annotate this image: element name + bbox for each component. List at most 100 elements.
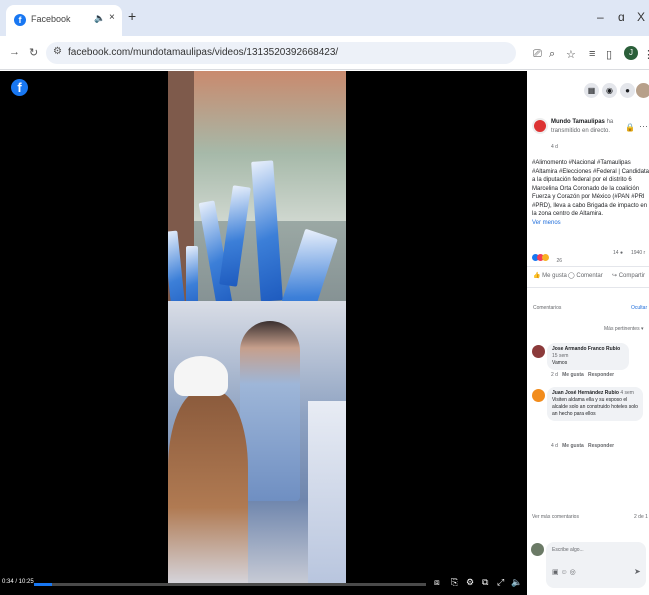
post-actions-bar: 👍 Me gusta ◯ Comentar ↪ Compartir bbox=[527, 266, 649, 288]
video-progress-fill bbox=[34, 583, 52, 586]
video-scene-person bbox=[240, 321, 300, 501]
reaction-count: 26 bbox=[556, 258, 563, 264]
post-header: Mundo Tamaulipas ha transmitido en direc… bbox=[551, 118, 627, 135]
share-button[interactable]: ↪ Compartir bbox=[612, 272, 645, 279]
send-comment-icon[interactable]: ➤ bbox=[634, 568, 641, 576]
comment-time[interactable]: 2 d bbox=[551, 372, 558, 378]
messenger-icon[interactable]: ◉ bbox=[602, 83, 617, 98]
comment-reply-button[interactable]: Responder bbox=[588, 443, 614, 449]
video-time: 0:34 / 10:25 bbox=[2, 579, 34, 585]
comment-bubble: Jose Armando Franco Rubio 15 sem Vamos bbox=[547, 343, 629, 370]
new-tab-button[interactable]: + bbox=[128, 8, 136, 24]
comment-text: Visiten aldama ella y su esposo el alcal… bbox=[552, 397, 638, 417]
picture-in-picture-icon[interactable]: ⧉ bbox=[482, 577, 488, 588]
reactions-row[interactable]: 26 bbox=[532, 249, 562, 267]
user-avatar[interactable] bbox=[636, 83, 649, 98]
thumbs-up-icon: 👍 bbox=[533, 273, 541, 279]
apps-grid-icon[interactable]: ▦ bbox=[584, 83, 599, 98]
write-comment-box[interactable]: Escribe algo... ▣ ☺ ◎ ➤ bbox=[546, 542, 646, 588]
speaker-icon[interactable]: 🔈 bbox=[94, 13, 105, 24]
comment-author[interactable]: Juan José Hernández Rubio 4 sem bbox=[552, 390, 638, 397]
browser-toolbar: → ↻ ⚙ facebook.com/mundotamaulipas/video… bbox=[0, 36, 649, 70]
minimize-button[interactable]: – bbox=[597, 10, 604, 24]
comment-author[interactable]: Jose Armando Franco Rubio 15 sem bbox=[552, 346, 624, 360]
comment-button[interactable]: ◯ Comentar bbox=[568, 272, 603, 279]
video-progress-bar[interactable] bbox=[34, 583, 426, 586]
comment-age-badge: 4 sem bbox=[620, 390, 634, 396]
clip-icon[interactable]: ⎘ bbox=[451, 577, 458, 588]
lock-icon[interactable]: 🔒 bbox=[625, 123, 635, 132]
site-settings-icon[interactable]: ⚙ bbox=[53, 46, 62, 57]
url-text: facebook.com/mundotamaulipas/videos/1313… bbox=[68, 47, 339, 58]
see-less-link[interactable]: Ver menos bbox=[532, 219, 649, 228]
view-count: 1940 r bbox=[631, 250, 646, 256]
comment-bubble-icon: ● bbox=[619, 250, 623, 256]
browser-tab-bar: f Facebook 🔈 × + – ɑ X bbox=[0, 0, 649, 36]
comments-count-label: 2 de 1 bbox=[634, 514, 648, 520]
page-avatar[interactable] bbox=[532, 118, 548, 134]
profile-avatar[interactable]: J bbox=[624, 46, 638, 60]
comment-time[interactable]: 4 d bbox=[551, 443, 558, 449]
comment-sort-dropdown[interactable]: Más pertinentes ▾ bbox=[604, 326, 643, 333]
video-scene-person bbox=[168, 391, 248, 585]
post-timestamp[interactable]: 4 d bbox=[551, 144, 558, 151]
restore-button[interactable]: ɑ bbox=[618, 10, 625, 24]
captions-icon[interactable]: ⧈ bbox=[434, 577, 440, 588]
settings-gear-icon[interactable]: ⚙ bbox=[466, 577, 474, 588]
video-player[interactable]: f bbox=[0, 71, 527, 595]
more-options-icon[interactable]: ⋯ bbox=[639, 121, 648, 132]
like-button[interactable]: 👍 Me gusta bbox=[533, 272, 567, 279]
share-label: Compartir bbox=[618, 273, 646, 279]
notifications-bell-icon[interactable]: ● bbox=[620, 83, 635, 98]
hide-comments-link[interactable]: Ocultar bbox=[631, 305, 647, 312]
bookmark-star-icon[interactable]: ☆ bbox=[566, 48, 576, 61]
comment-label: Comentar bbox=[576, 273, 603, 279]
facebook-logo-icon[interactable]: f bbox=[11, 79, 28, 96]
page-name[interactable]: Mundo Tamaulipas bbox=[551, 119, 605, 125]
forward-icon[interactable]: → bbox=[9, 46, 20, 58]
comment-bubble: Juan José Hernández Rubio 4 sem Visiten … bbox=[547, 387, 643, 421]
address-bar[interactable]: ⚙ facebook.com/mundotamaulipas/videos/13… bbox=[46, 42, 516, 64]
post-side-panel: ▦ ◉ ● Mundo Tamaulipas ha transmitido en… bbox=[527, 71, 649, 595]
video-scene-person bbox=[308, 401, 346, 585]
tab-title: Facebook bbox=[31, 14, 71, 24]
post-text-block: #Alimomento #Nacional #Tamaulipas #Altam… bbox=[532, 159, 649, 227]
comment-tools-icons[interactable]: ▣ ☺ ◎ bbox=[552, 569, 576, 576]
comment-count[interactable]: 14 ● bbox=[613, 250, 623, 257]
comments-title: Comentarios bbox=[533, 305, 562, 311]
like-label: Me gusta bbox=[542, 273, 567, 279]
close-window-button[interactable]: X bbox=[637, 10, 645, 24]
comment-like-button[interactable]: Me gusta bbox=[562, 372, 584, 378]
comment-author-name: Juan José Hernández Rubio bbox=[552, 390, 619, 396]
comment-author-name: Jose Armando Franco Rubio bbox=[552, 346, 621, 352]
comment-count-value: 14 bbox=[613, 250, 619, 256]
tab-close-button[interactable]: × bbox=[109, 12, 115, 23]
video-frame[interactable] bbox=[168, 71, 346, 585]
facebook-favicon-icon: f bbox=[14, 14, 26, 26]
comment-like-button[interactable]: Me gusta bbox=[562, 443, 584, 449]
browser-tab[interactable]: f Facebook 🔈 × bbox=[6, 5, 122, 36]
comment-age-badge: 15 sem bbox=[552, 353, 569, 359]
menu-kebab-icon[interactable]: ⋮ bbox=[643, 48, 649, 61]
comment-author-avatar[interactable] bbox=[532, 389, 545, 402]
comment-icon: ◯ bbox=[568, 273, 575, 279]
comment-input[interactable]: Escribe algo... bbox=[552, 547, 584, 554]
care-reaction-icon bbox=[542, 254, 549, 262]
side-panel-icon[interactable]: ▯ bbox=[606, 48, 612, 61]
cast-icon[interactable]: ⎚ bbox=[533, 48, 542, 61]
video-scene-cap bbox=[174, 356, 228, 396]
post-text: #Alimomento #Nacional #Tamaulipas #Altam… bbox=[532, 160, 649, 217]
comment-meta: 4 d Me gusta Responder bbox=[551, 443, 614, 450]
volume-icon[interactable]: 🔈 bbox=[511, 577, 522, 588]
reload-icon[interactable]: ↻ bbox=[29, 46, 38, 59]
fullscreen-icon[interactable]: ⤢ bbox=[497, 577, 504, 588]
current-user-avatar bbox=[531, 543, 544, 556]
comment-text: Vamos bbox=[552, 360, 568, 366]
view-more-comments-link[interactable]: Ver más comentarios bbox=[532, 514, 579, 521]
share-icon: ↪ bbox=[612, 273, 618, 279]
reading-list-icon[interactable]: ≡ bbox=[589, 48, 595, 60]
comment-meta: 2 d Me gusta Responder bbox=[551, 372, 614, 379]
zoom-icon[interactable]: ⌕ bbox=[549, 48, 555, 61]
comment-author-avatar[interactable] bbox=[532, 345, 545, 358]
comment-reply-button[interactable]: Responder bbox=[588, 372, 614, 378]
